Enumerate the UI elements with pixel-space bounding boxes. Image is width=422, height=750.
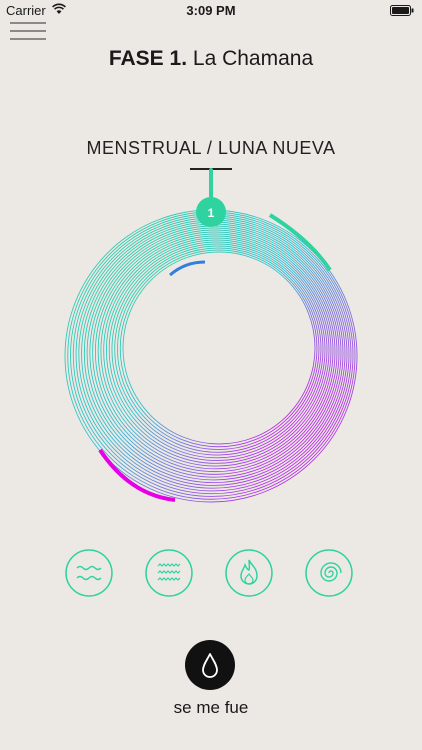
page-title: FASE 1. La Chamana [0,47,422,71]
cycle-phase-label: MENSTRUAL / LUNA NUEVA [86,138,336,158]
ring-line [114,245,322,453]
ring-line [119,249,318,448]
phase-marker-number: 1 [208,206,215,220]
cycle-rings[interactable]: 1 [0,160,422,540]
ring-lines [64,209,358,503]
ring-line [108,241,326,459]
ring-line [111,243,324,456]
menu-button[interactable] [10,22,46,42]
drop-button-label[interactable]: se me fue [0,698,422,718]
ring-line [89,227,340,478]
menu-line-icon [10,38,46,40]
ring-line [117,247,320,450]
clock: 3:09 PM [186,3,236,18]
ring-line [92,229,338,475]
ring-line [103,237,330,464]
ring-line [86,225,342,481]
ring-line [105,239,328,462]
ring-line [75,217,350,492]
drop-icon [202,653,218,678]
phase-number: FASE 1. [108,47,188,70]
blue-accent-arc [169,260,206,277]
status-bar: Carrier 3:09 PM [0,0,422,22]
spiral-icon[interactable] [304,548,354,598]
ring-line [122,251,316,445]
air-waves-icon[interactable] [144,548,194,598]
ring-line [81,221,346,486]
ring-line [97,233,334,470]
water-waves-icon[interactable] [64,548,114,598]
fire-icon[interactable] [224,548,274,598]
ring-line [100,235,332,467]
menu-line-icon [10,22,46,24]
ring-line [94,231,336,473]
phase-name: La Chamana [192,47,314,70]
drop-button[interactable] [185,640,235,690]
menu-line-icon [10,30,46,32]
battery-icon [390,5,414,16]
ring-line [78,219,348,489]
